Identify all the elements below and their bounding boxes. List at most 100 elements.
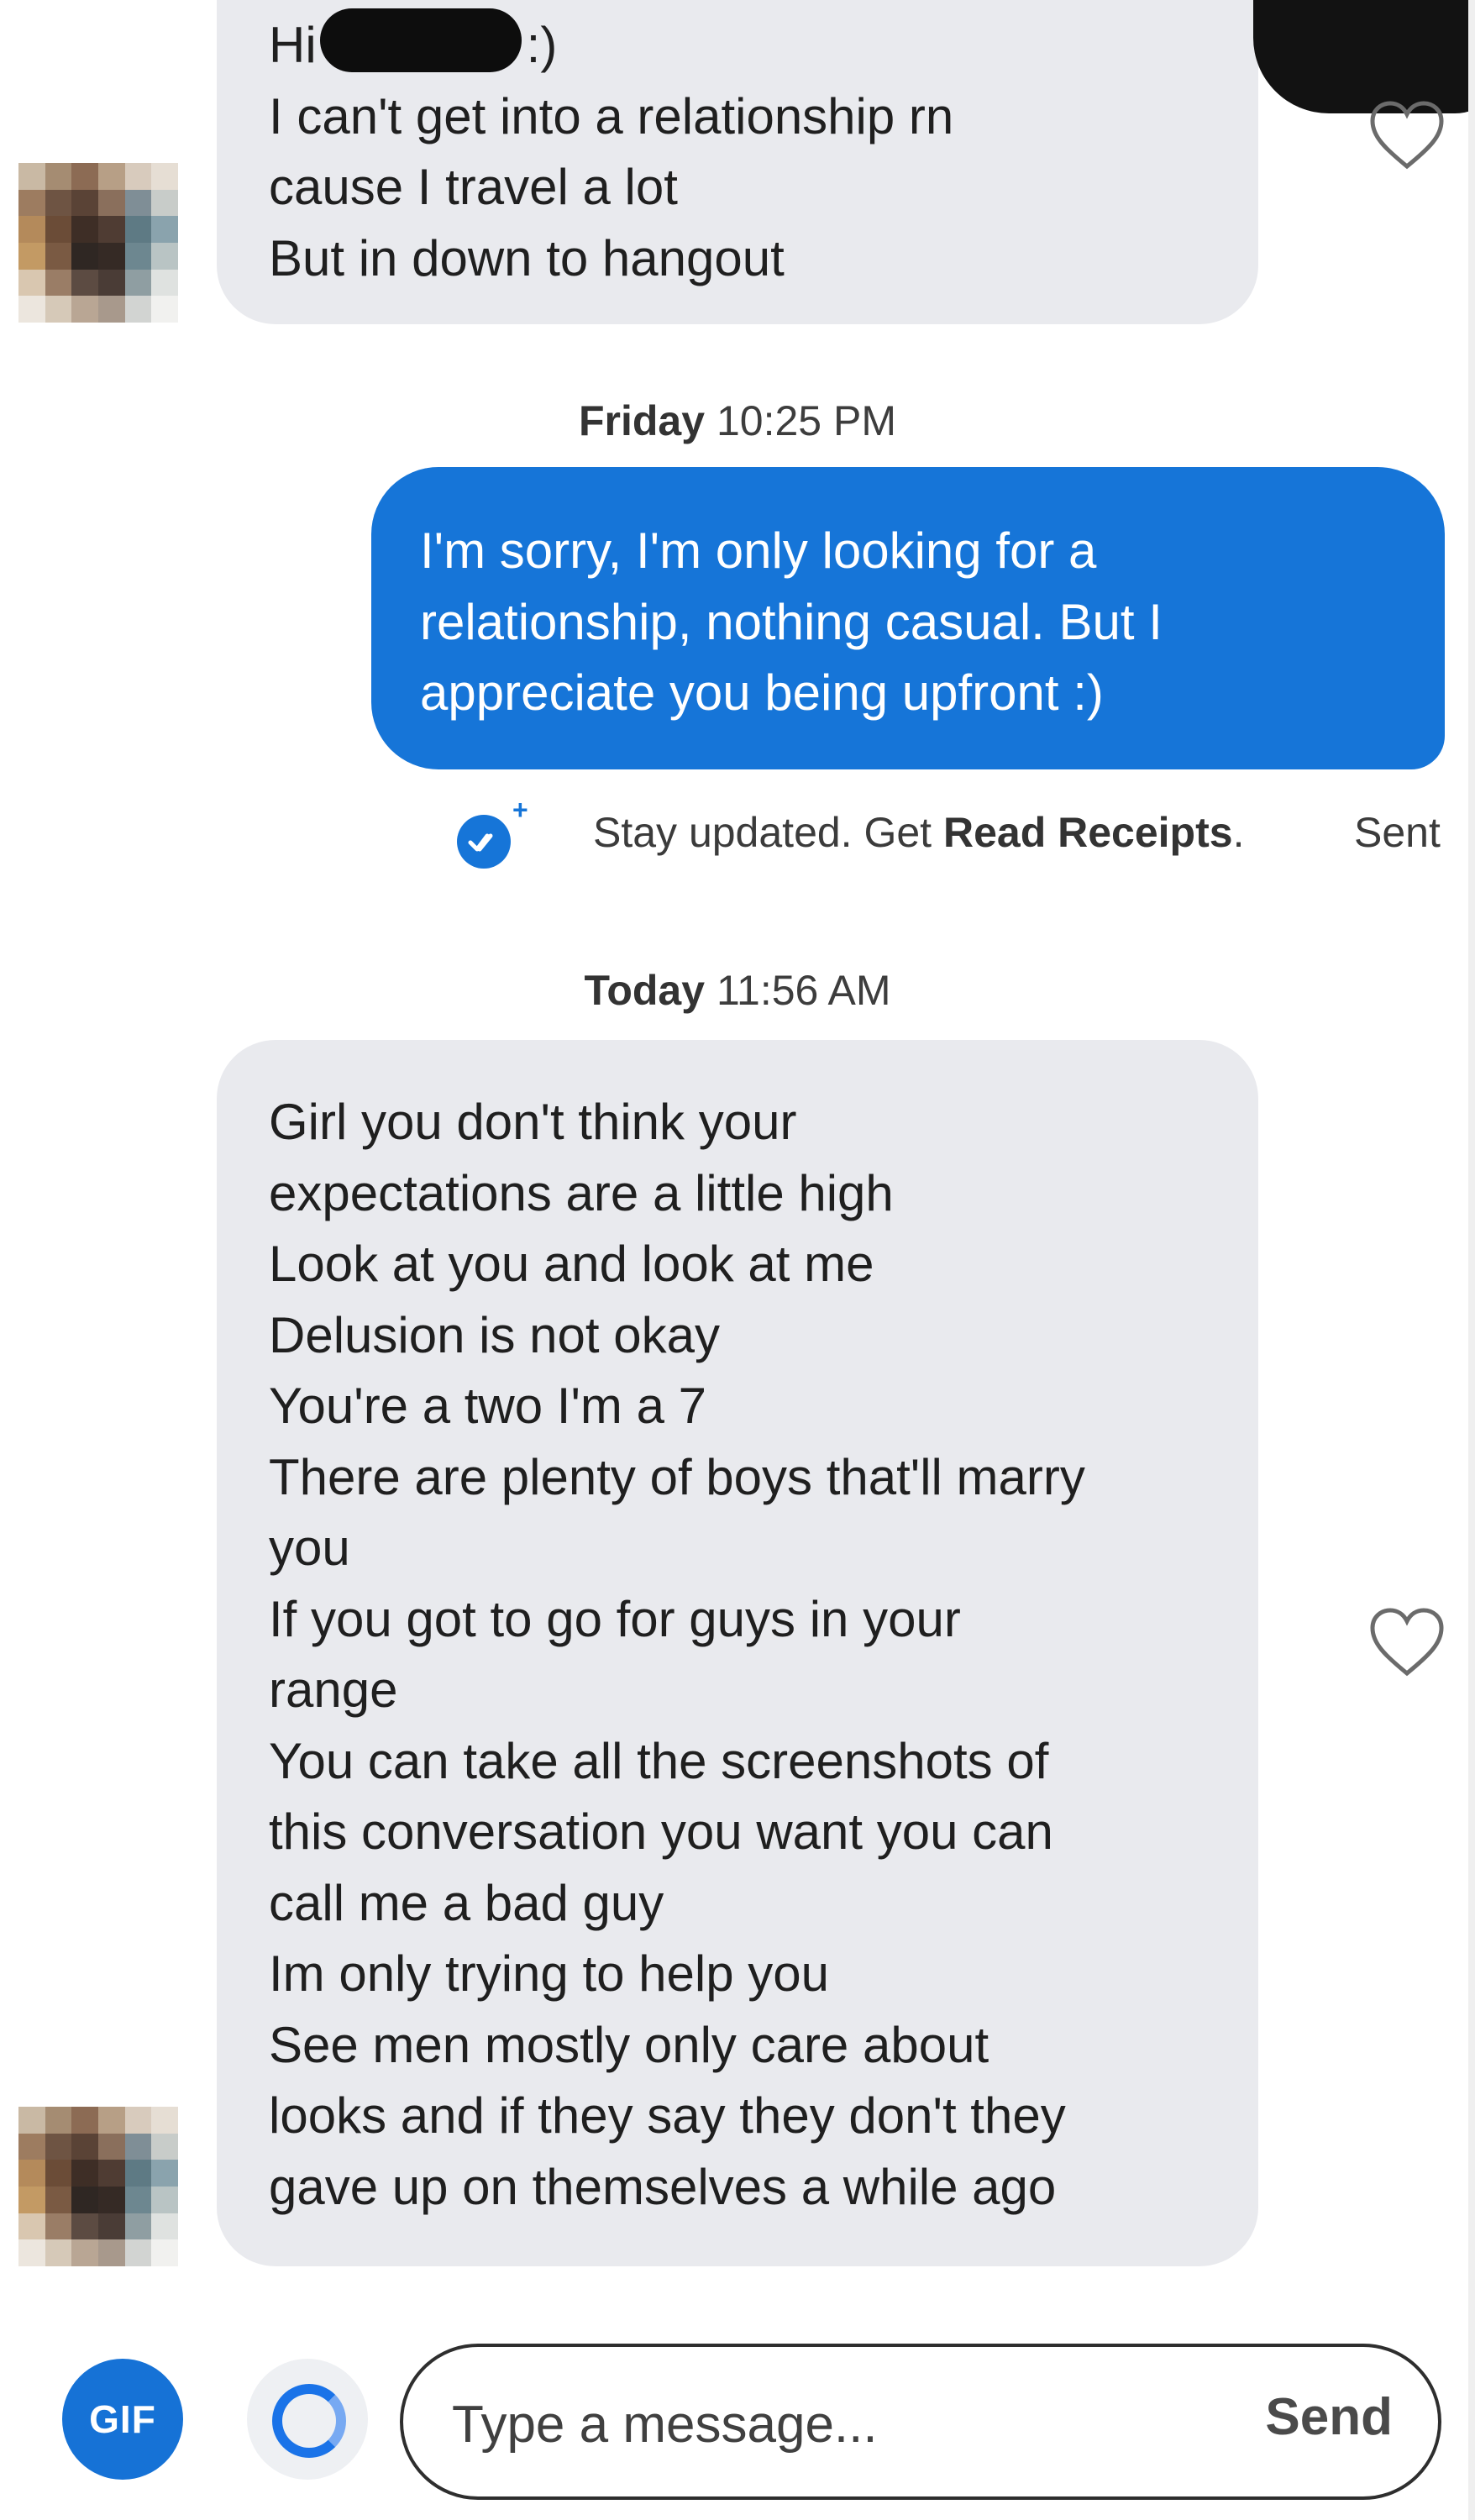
- avatar-pixel: [45, 296, 72, 323]
- avatar-pixel: [97, 2133, 125, 2160]
- message-line: looks and if they say they don't they: [269, 2087, 1066, 2144]
- avatar-pixel: [97, 242, 125, 270]
- read-receipt-icon[interactable]: [457, 815, 511, 869]
- send-button[interactable]: Send: [1265, 2387, 1393, 2447]
- message-line: I'm sorry, I'm only looking for a: [420, 522, 1097, 579]
- avatar-pixel: [45, 216, 72, 243]
- timestamp: Today 11:56 AM: [0, 966, 1475, 1015]
- avatar-pixel: [18, 2186, 45, 2213]
- avatar-pixel: [18, 2107, 45, 2134]
- avatar-pixel: [97, 189, 125, 217]
- match-avatar[interactable]: [18, 163, 178, 323]
- message-line: If you got to go for guys in your: [269, 1590, 961, 1647]
- message-line: Im only trying to help you: [269, 1945, 830, 2002]
- double-check-icon: [468, 833, 493, 852]
- message-line: appreciate you being upfront :): [420, 664, 1104, 721]
- message-line: See men mostly only care about: [269, 2016, 989, 2073]
- message-line: Hi:): [269, 8, 1258, 81]
- avatar-pixel: [124, 189, 152, 217]
- avatar-pixel: [18, 269, 45, 297]
- message-line: Delusion is not okay: [269, 1306, 720, 1363]
- avatar-pixel: [71, 2213, 98, 2240]
- message-line: Look at you and look at me: [269, 1236, 874, 1292]
- avatar-pixel: [18, 296, 45, 323]
- avatar-pixel: [45, 2107, 72, 2134]
- message-line: There are plenty of boys that'll marry: [269, 1448, 1085, 1505]
- avatar-pixel: [71, 189, 98, 217]
- chat-screen: Hi:) I can't get into a relationship rn …: [0, 0, 1475, 2520]
- incoming-message-bubble: Hi:) I can't get into a relationship rn …: [217, 0, 1258, 324]
- avatar-pixel: [124, 2186, 152, 2213]
- avatar-pixel: [71, 163, 98, 190]
- message-line: Girl you don't think your: [269, 1094, 797, 1150]
- message-line: range: [269, 1662, 398, 1718]
- avatar-pixel: [124, 242, 152, 270]
- heart-outline-icon[interactable]: [1367, 99, 1446, 171]
- loop-ring-icon: [272, 2384, 346, 2458]
- message-line: I can't get into a relationship rn: [269, 87, 954, 144]
- read-receipts-link[interactable]: Read Receipts: [943, 809, 1233, 856]
- message-line: this conversation you want you can: [269, 1803, 1053, 1860]
- avatar-pixel: [18, 2239, 45, 2266]
- avatar-pixel: [18, 2213, 45, 2240]
- avatar-pixel: [71, 242, 98, 270]
- redacted-overlay: [1253, 0, 1475, 113]
- avatar-pixel: [97, 296, 125, 323]
- promo-period: .: [1232, 809, 1245, 856]
- timestamp-day: Friday: [579, 397, 706, 444]
- avatar-pixel: [124, 2239, 152, 2266]
- avatar-pixel: [151, 163, 178, 190]
- avatar-pixel: [18, 216, 45, 243]
- avatar-pixel: [18, 242, 45, 270]
- message-line: But in down to hangout: [269, 229, 785, 286]
- avatar-pixel: [151, 2239, 178, 2266]
- message-line: relationship, nothing casual. But I: [420, 593, 1163, 650]
- read-receipts-promo[interactable]: Stay updated. Get Read Receipts.: [593, 808, 1244, 857]
- avatar-pixel: [71, 2239, 98, 2266]
- avatar-pixel: [124, 216, 152, 243]
- loop-button[interactable]: [247, 2359, 368, 2480]
- avatar-pixel: [124, 2133, 152, 2160]
- greeting-text: Hi: [269, 17, 317, 73]
- avatar-pixel: [124, 163, 152, 190]
- plus-icon: +: [512, 795, 528, 825]
- avatar-pixel: [151, 189, 178, 217]
- avatar-pixel: [97, 216, 125, 243]
- match-avatar[interactable]: [18, 2107, 178, 2266]
- avatar-pixel: [151, 2107, 178, 2134]
- avatar-pixel: [71, 2133, 98, 2160]
- message-line: You can take all the screenshots of: [269, 1732, 1049, 1789]
- avatar-pixel: [124, 269, 152, 297]
- message-composer[interactable]: Send: [400, 2344, 1441, 2500]
- gif-button[interactable]: GIF: [62, 2359, 183, 2480]
- avatar-pixel: [18, 189, 45, 217]
- avatar-pixel: [97, 163, 125, 190]
- timestamp: Friday 10:25 PM: [0, 396, 1475, 445]
- avatar-pixel: [151, 2186, 178, 2213]
- avatar-pixel: [97, 2239, 125, 2266]
- avatar-pixel: [45, 2160, 72, 2187]
- avatar-pixel: [71, 2107, 98, 2134]
- avatar-pixel: [124, 2213, 152, 2240]
- promo-text: Stay updated. Get: [593, 809, 932, 856]
- redacted-name: [319, 8, 522, 72]
- avatar-pixel: [45, 189, 72, 217]
- avatar-pixel: [45, 2213, 72, 2240]
- avatar-pixel: [45, 2186, 72, 2213]
- avatar-pixel: [71, 2160, 98, 2187]
- avatar-pixel: [97, 2186, 125, 2213]
- timestamp-time: 10:25 PM: [716, 397, 896, 444]
- avatar-pixel: [151, 2213, 178, 2240]
- heart-outline-icon[interactable]: [1367, 1606, 1446, 1678]
- avatar-pixel: [151, 2133, 178, 2160]
- avatar-pixel: [151, 296, 178, 323]
- avatar-pixel: [124, 2160, 152, 2187]
- avatar-pixel: [18, 163, 45, 190]
- avatar-pixel: [97, 2213, 125, 2240]
- message-input[interactable]: [450, 2386, 1210, 2463]
- message-line: expectations are a little high: [269, 1164, 894, 1221]
- avatar-pixel: [71, 216, 98, 243]
- avatar-pixel: [151, 2160, 178, 2187]
- avatar-pixel: [71, 269, 98, 297]
- avatar-pixel: [18, 2133, 45, 2160]
